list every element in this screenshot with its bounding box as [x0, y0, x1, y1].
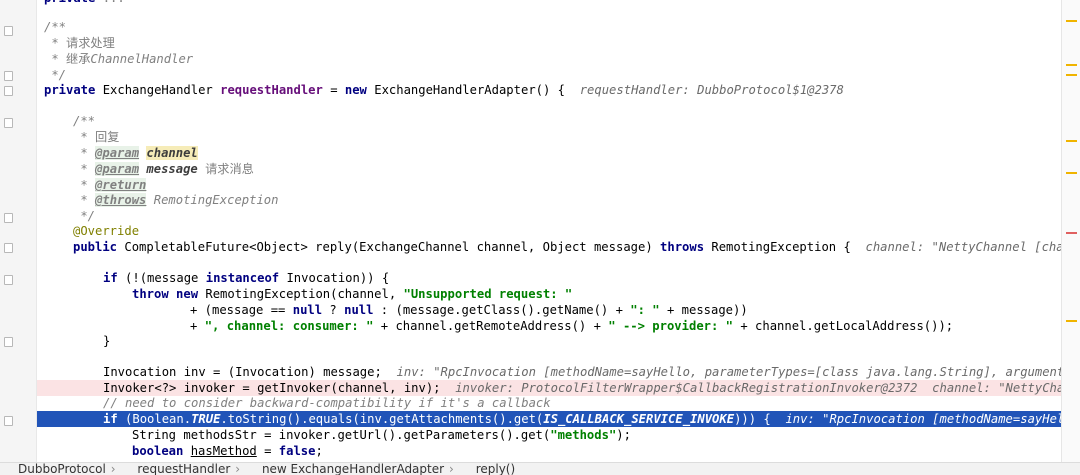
breadcrumb-item[interactable]: requestHandler — [119, 463, 235, 475]
code-line: private ... — [37, 0, 1062, 6]
inline-debug-value: inv: "RpcInvocation [methodName=sayHello… — [396, 365, 1062, 379]
comment-text: ChannelHandler — [90, 52, 194, 66]
editor-scrollbar[interactable] — [1061, 0, 1080, 462]
scroll-marker — [1066, 20, 1077, 22]
scroll-marker — [1066, 320, 1077, 322]
current-execution-line[interactable]: if (Boolean.TRUE.toString().equals(inv.g… — [37, 411, 1062, 427]
scroll-marker — [1066, 140, 1077, 142]
scroll-marker — [1066, 172, 1077, 174]
code-line: /** — [73, 114, 96, 128]
fold-marker[interactable] — [4, 275, 13, 285]
editor-gutter[interactable] — [0, 0, 37, 462]
fold-marker[interactable] — [4, 416, 13, 426]
breadcrumb: DubboProtocol › requestHandler › new Excha… — [0, 462, 1080, 475]
breakpoint-line[interactable]: Invoker<?> invoker = getInvoker(channel,… — [37, 380, 1062, 396]
breadcrumb-separator: › — [235, 462, 241, 475]
code-editor[interactable]: private ... /** * 请求处理 * 继承ChannelHandle… — [37, 0, 1062, 462]
code-line: String methodsStr = invoker.getUrl().get… — [132, 428, 631, 442]
code-line: * @return — [73, 178, 147, 192]
inline-debug-value: inv: "RpcInvocation [methodName=sayHello — [785, 412, 1062, 426]
comment-open: /** — [44, 20, 67, 34]
code-line: } — [103, 334, 111, 348]
fold-marker[interactable] — [4, 213, 13, 223]
code-line: // need to consider backward-compatibili… — [37, 395, 1062, 411]
fold-marker[interactable] — [4, 118, 13, 128]
code-line: throw new RemotingException(channel, "Un… — [132, 287, 573, 301]
fold-marker[interactable] — [4, 243, 13, 253]
code-line: /** — [37, 19, 1062, 35]
inline-debug-value: channel: "NettyChannel [chann — [865, 240, 1062, 254]
fold-marker[interactable] — [4, 26, 13, 36]
inline-debug-value: invoker: ProtocolFilterWrapper$CallbackR… — [455, 381, 1062, 395]
code-line: private ExchangeHandler requestHandler =… — [44, 83, 844, 97]
fold-marker[interactable] — [4, 86, 13, 96]
code-line: */ — [44, 68, 67, 82]
code-line: */ — [73, 209, 96, 223]
breadcrumb-separator: › — [449, 462, 454, 475]
comment-text: 请求处理 — [66, 36, 115, 50]
scroll-marker — [1066, 64, 1077, 66]
annotation: @Override — [73, 224, 140, 238]
code-line: + ", channel: consumer: " + channel.getR… — [190, 319, 954, 333]
code-line: * 回复 — [73, 130, 120, 144]
code-line: * @throws RemotingException — [73, 193, 279, 207]
line-comment: // need to consider backward-compatibili… — [103, 396, 551, 410]
code-line: * 请求处理 — [44, 36, 115, 50]
code-line: * 继承ChannelHandler — [44, 52, 194, 66]
scroll-marker — [1066, 232, 1077, 234]
code-line: * @param message 请求消息 — [73, 162, 254, 176]
code-line: boolean hasMethod = false; — [132, 444, 323, 458]
fold-marker[interactable] — [4, 337, 13, 347]
code-line: * @param channel — [73, 146, 198, 160]
code-line: if (!(message instanceof Invocation)) { — [103, 271, 390, 285]
breadcrumb-item[interactable]: new ExchangeHandlerAdapter — [244, 463, 449, 475]
code-line: + (message == null ? null : (message.get… — [190, 303, 748, 317]
code-line: Invocation inv = (Invocation) message; i… — [37, 364, 1062, 380]
fold-marker[interactable] — [4, 71, 13, 81]
breadcrumb-item[interactable]: reply() — [458, 463, 520, 475]
breadcrumb-separator: › — [110, 462, 116, 475]
field-name: requestHandler — [220, 83, 323, 97]
code-line: public CompletableFuture<Object> reply(E… — [37, 239, 1062, 255]
breadcrumb-item[interactable]: DubboProtocol — [0, 463, 111, 475]
inline-debug-value: requestHandler: DubboProtocol$1@2378 — [579, 83, 844, 97]
code-line: @Override — [37, 223, 1062, 239]
scroll-marker — [1066, 74, 1077, 76]
